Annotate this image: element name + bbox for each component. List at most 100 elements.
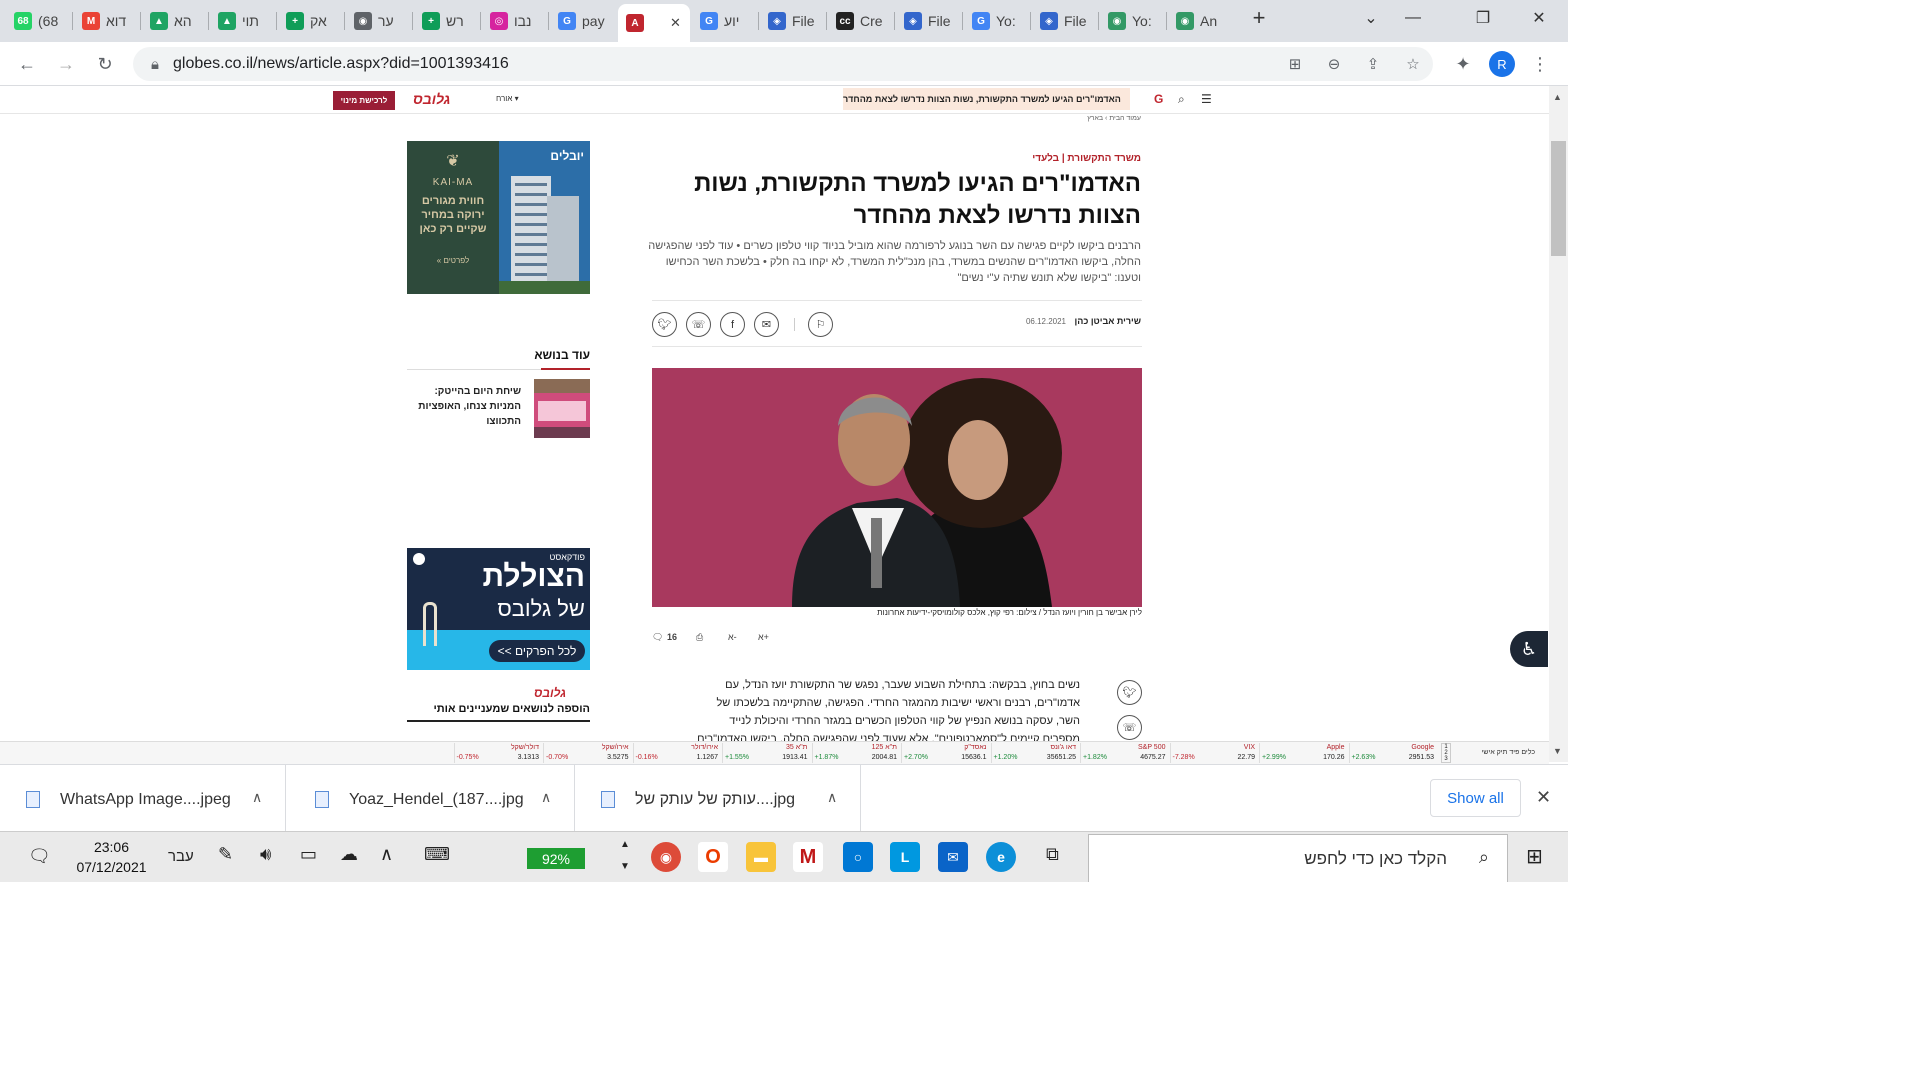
file-explorer-icon[interactable]: ▬: [746, 842, 776, 872]
whatsapp-share-icon[interactable]: ☏: [686, 312, 711, 337]
back-icon[interactable]: ←: [13, 50, 41, 78]
l-app-icon[interactable]: L: [890, 842, 920, 872]
market-item[interactable]: אירו/שקל 3.5275 -0.70%: [543, 743, 633, 763]
keyboard-icon[interactable]: ⌨: [424, 844, 450, 865]
search-icon[interactable]: ⌕: [1178, 92, 1185, 107]
tab-search-icon[interactable]: ⌄: [1356, 6, 1386, 30]
reload-icon[interactable]: ↻: [91, 50, 119, 78]
ad1-cta[interactable]: לפרטים »: [437, 256, 469, 265]
subscribe-button[interactable]: לרכישת מינוי: [333, 91, 395, 110]
tab-14[interactable]: G Yo:: [964, 4, 1030, 38]
language-indicator[interactable]: עבר: [168, 848, 194, 865]
tab-8[interactable]: Gpay: [550, 4, 616, 38]
download-item[interactable]: עותק של עותק של....jpg ∧: [575, 765, 861, 832]
market-item[interactable]: VIX 22.79 -7.28%: [1169, 743, 1260, 763]
market-item[interactable]: אירו/דולר 1.1267 -0.16%: [632, 743, 723, 763]
windows-start-icon[interactable]: ⊞: [1526, 844, 1543, 869]
scroll-thumb[interactable]: [1551, 141, 1566, 256]
print-icon[interactable]: ⎙: [696, 632, 703, 643]
market-item[interactable]: דולר/שקל 3.1313 -0.75%: [453, 743, 544, 763]
breadcrumb[interactable]: עמוד הבית › בארץ: [1000, 115, 1141, 122]
zoom-icon[interactable]: ⊖: [1322, 53, 1346, 75]
mail-icon[interactable]: ✉: [938, 842, 968, 872]
edge-icon[interactable]: e: [986, 842, 1016, 872]
chevron-up-icon[interactable]: ∧: [252, 789, 262, 806]
hamburger-icon[interactable]: ☰: [1201, 92, 1212, 106]
pen-icon[interactable]: ✎: [218, 844, 233, 865]
chrome-icon[interactable]: ◉: [651, 842, 681, 872]
taskbar-clock[interactable]: 23:06 07/12/2021: [74, 837, 149, 877]
forward-icon[interactable]: →: [52, 50, 80, 78]
chevron-up-icon[interactable]: ∧: [541, 789, 551, 806]
download-item[interactable]: Yoaz_Hendel_(187....jpg ∧: [289, 765, 575, 832]
close-tab-icon[interactable]: ✕: [670, 15, 681, 31]
new-tab-icon[interactable]: +: [1244, 5, 1274, 30]
taskbar-search[interactable]: הקלד כאן כדי לחפש ⌕: [1088, 834, 1508, 882]
market-links[interactable]: כלים פיד תיק אישי: [1455, 749, 1535, 756]
tab-7[interactable]: ◎ נבו: [482, 4, 548, 38]
market-item[interactable]: Apple 170.26 +2.99%: [1259, 743, 1349, 763]
chevron-up-icon[interactable]: ∧: [380, 844, 393, 865]
market-item[interactable]: דאו ג'ונס 35651.25 +1.20%: [990, 743, 1081, 763]
close-window-icon[interactable]: ✕: [1524, 6, 1554, 30]
lock-icon[interactable]: 🔒︎: [143, 53, 167, 75]
tab-6[interactable]: + רש: [414, 4, 480, 38]
onedrive-icon[interactable]: ☁: [340, 844, 358, 865]
download-item[interactable]: WhatsApp Image....jpeg ∧: [0, 765, 286, 832]
tab-10[interactable]: G יוע: [692, 4, 758, 38]
follow-topics-title[interactable]: הוספה לנושאים שמעניינים אותי: [407, 703, 590, 715]
tab-0[interactable]: 68 (68: [6, 4, 72, 38]
globes-g-icon[interactable]: G: [1154, 92, 1163, 106]
guest-menu[interactable]: אורח ▾: [496, 94, 519, 103]
market-item[interactable]: ת"א 35 1913.41 +1.55%: [722, 743, 812, 763]
email-share-icon[interactable]: ✉: [754, 312, 779, 337]
tab-13[interactable]: ◈ File: [896, 4, 962, 38]
page-scrollbar[interactable]: ▲ ▼: [1549, 86, 1568, 762]
real-estate-ad[interactable]: ❦ KAI-MA חווית מגורים ירוקה במחיר שקיים …: [407, 141, 590, 294]
chevron-up-icon[interactable]: ∧: [827, 789, 837, 806]
podcast-ad[interactable]: פודקאסט הצוללת של גלובס לכל הפרקים >>: [407, 548, 590, 670]
scroll-arrows-icon[interactable]: ▲ ▼: [620, 834, 630, 878]
twitter-share-icon[interactable]: 🐦︎: [1117, 680, 1142, 705]
twitter-share-icon[interactable]: 🐦︎: [652, 312, 677, 337]
task-view-icon[interactable]: ⧉: [1046, 844, 1059, 865]
mcafee-icon[interactable]: M: [793, 842, 823, 872]
related-article-link[interactable]: שיחת היום בהייטק: המניות צנחו, האופציות …: [407, 384, 521, 429]
bookmark-star-icon[interactable]: ☆: [1401, 53, 1425, 75]
tab-5[interactable]: ◉ ער: [346, 4, 412, 38]
share-icon[interactable]: ⇪: [1361, 53, 1385, 75]
close-icon[interactable]: ✕: [1536, 787, 1551, 808]
extensions-icon[interactable]: ✦: [1449, 50, 1477, 78]
tab-17[interactable]: ◉ An: [1168, 4, 1234, 38]
tab-2[interactable]: ▲ הא: [142, 4, 208, 38]
whatsapp-share-icon[interactable]: ☏: [1117, 715, 1142, 740]
tab-9[interactable]: A ✕: [618, 4, 690, 42]
minimize-icon[interactable]: —: [1398, 6, 1428, 30]
restore-icon[interactable]: ❐: [1468, 6, 1498, 30]
tab-15[interactable]: ◈ File: [1032, 4, 1098, 38]
all-episodes-button[interactable]: לכל הפרקים >>: [489, 640, 585, 662]
url-text[interactable]: globes.co.il/news/article.aspx?did=10013…: [173, 55, 509, 73]
address-bar[interactable]: 🔒︎ globes.co.il/news/article.aspx?did=10…: [133, 47, 1433, 81]
save-bookmark-icon[interactable]: ⚐: [808, 312, 833, 337]
accessibility-icon[interactable]: ♿︎: [1510, 631, 1548, 667]
market-item[interactable]: ת"א 125 2004.81 +1.87%: [811, 743, 902, 763]
office-icon[interactable]: O: [698, 842, 728, 872]
comments-count[interactable]: 16: [667, 632, 677, 642]
cortana-icon[interactable]: ○: [843, 842, 873, 872]
market-pager[interactable]: 123: [1441, 743, 1451, 763]
tab-11[interactable]: ◈ File: [760, 4, 826, 38]
facebook-share-icon[interactable]: f: [720, 312, 745, 337]
scroll-down-icon[interactable]: ▼: [1553, 746, 1562, 756]
article-kicker[interactable]: משרד התקשורת | בלעדי: [900, 153, 1141, 164]
tab-4[interactable]: + אק: [278, 4, 344, 38]
font-decrease-button[interactable]: א-: [728, 632, 737, 642]
tab-12[interactable]: cc Cre: [828, 4, 894, 38]
globes-logo[interactable]: גלובס: [413, 91, 450, 107]
tab-3[interactable]: ▲ תוי: [210, 4, 276, 38]
menu-icon[interactable]: ⋮: [1526, 50, 1554, 78]
battery-icon[interactable]: ▭: [300, 844, 317, 865]
show-all-downloads-button[interactable]: Show all: [1430, 779, 1521, 817]
comments-icon[interactable]: 🗨︎: [652, 632, 663, 643]
battery-percent[interactable]: 92%: [527, 848, 585, 869]
